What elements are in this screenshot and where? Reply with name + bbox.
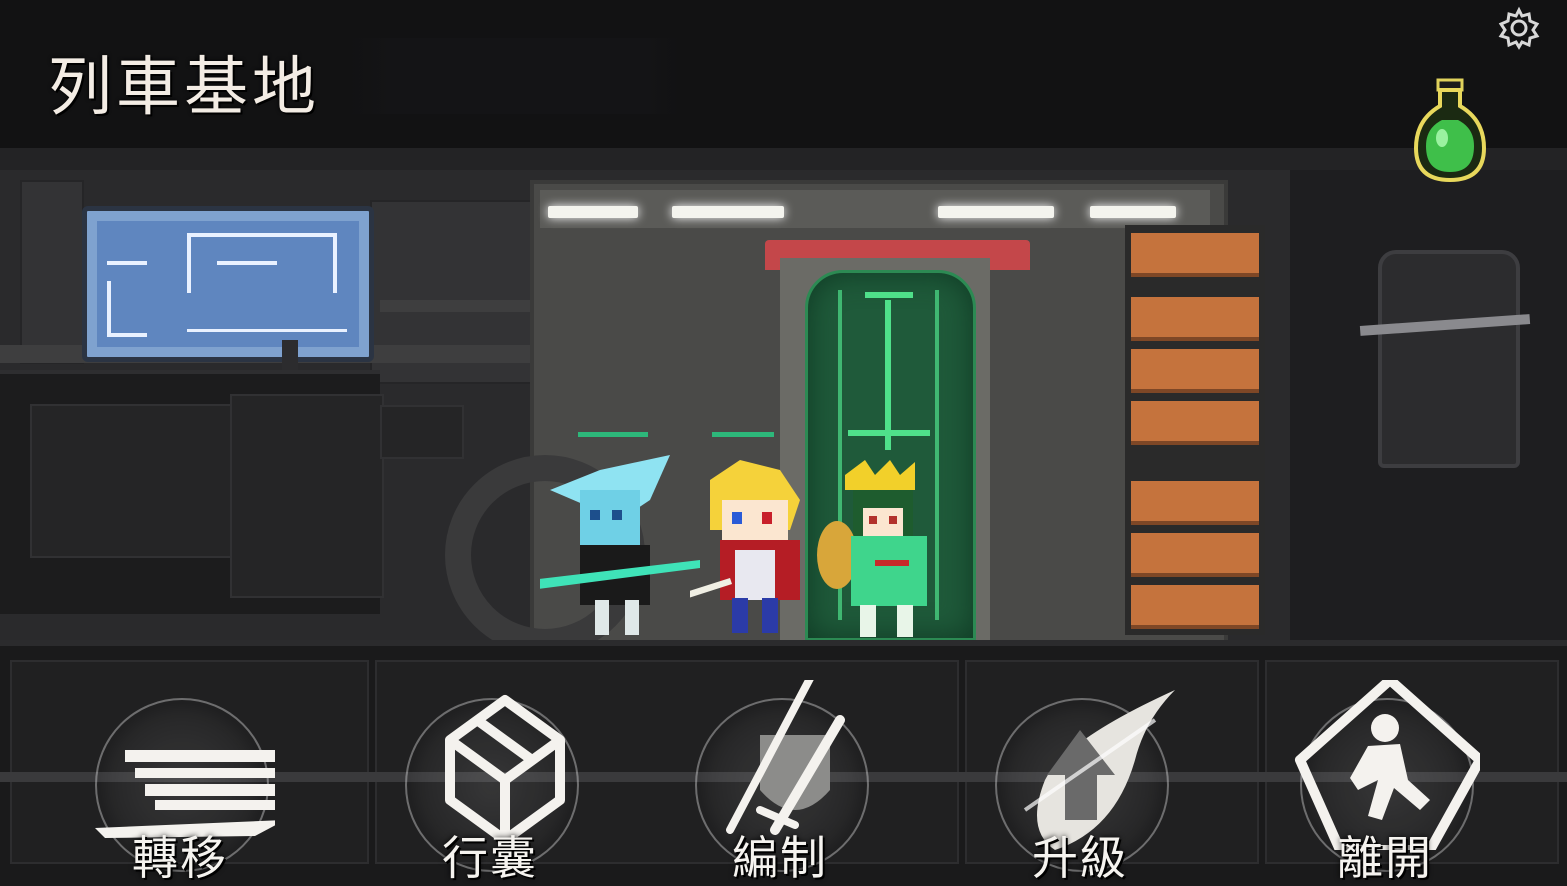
- upgrade-label: 升級: [1032, 831, 1128, 885]
- ceiling-light: [938, 206, 1054, 218]
- monitor-line: [107, 333, 147, 337]
- pilot-seat: [1359, 250, 1531, 500]
- monitor-line: [187, 233, 337, 237]
- monitor-line: [333, 233, 337, 293]
- leave-button[interactable]: 離開: [1265, 650, 1505, 886]
- machinery: [0, 370, 384, 614]
- orange-ladder: [1125, 225, 1265, 635]
- door-line: [865, 292, 913, 298]
- machine-block: [30, 404, 234, 558]
- ladder-rung: [1131, 533, 1259, 577]
- formation-label: 編制: [732, 831, 828, 885]
- green-potion-icon[interactable]: [1410, 76, 1490, 186]
- door-line: [848, 430, 930, 436]
- character-blue-hair[interactable]: [540, 450, 710, 640]
- ladder-rung: [1131, 233, 1259, 277]
- wall-panel: [20, 180, 84, 364]
- monitor-line: [187, 233, 191, 293]
- character-blonde[interactable]: [690, 460, 820, 640]
- machine-block: [230, 394, 384, 598]
- seat-back: [1378, 250, 1520, 468]
- character-hp-bar: [712, 432, 774, 437]
- game-scene: 列車基地 轉移 行囊 編制 升級 離開: [0, 0, 1567, 886]
- ladder-rung: [1131, 297, 1259, 341]
- character-hp-bar: [578, 432, 648, 437]
- ladder-rung: [1131, 481, 1259, 525]
- character-green-robe[interactable]: [815, 460, 955, 640]
- monitor-line: [217, 261, 277, 265]
- wall-pipe: [380, 300, 540, 312]
- monitor-line: [187, 329, 347, 332]
- ladder-rung: [1131, 349, 1259, 393]
- monitor-screen: [97, 221, 359, 347]
- location-title: 列車基地: [48, 51, 320, 125]
- door-line: [885, 300, 891, 450]
- transfer-button[interactable]: 轉移: [60, 650, 300, 886]
- ceiling-light: [1090, 206, 1176, 218]
- ladder-rung: [1131, 585, 1259, 629]
- upgrade-button[interactable]: 升級: [960, 650, 1200, 886]
- monitor-line: [107, 261, 147, 265]
- transfer-label: 轉移: [132, 831, 228, 885]
- formation-button[interactable]: 編制: [660, 650, 900, 886]
- ladder-rung: [1131, 401, 1259, 445]
- ceiling-light: [672, 206, 784, 218]
- machine-nozzle: [380, 405, 464, 459]
- leave-label: 離開: [1337, 831, 1433, 885]
- monitor-line: [107, 281, 111, 337]
- ceiling-light: [548, 206, 638, 218]
- inventory-label: 行囊: [442, 831, 538, 885]
- gear-icon[interactable]: [1497, 6, 1541, 50]
- inventory-button[interactable]: 行囊: [370, 650, 610, 886]
- computer-monitor: [82, 206, 374, 362]
